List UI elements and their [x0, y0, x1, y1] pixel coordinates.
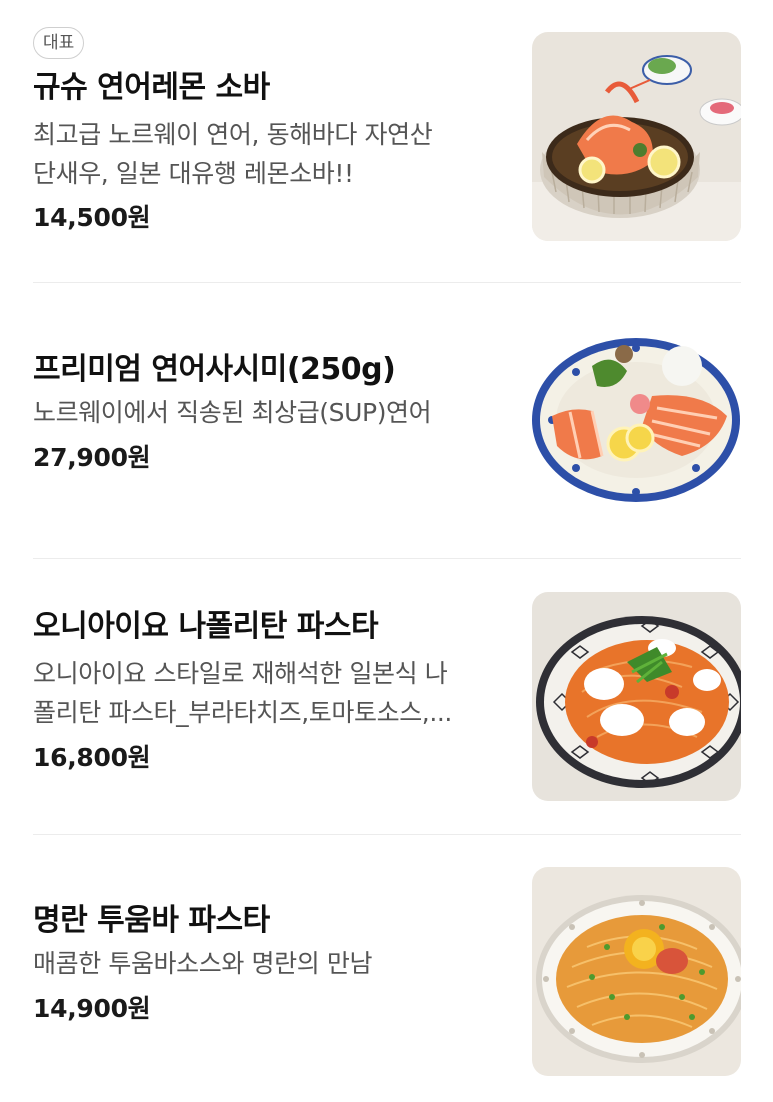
menu-item-description-line: 노르웨이에서 직송된 최상급(SUP)연어	[33, 398, 432, 427]
menu-item-price: 14,500원	[33, 203, 151, 232]
menu-item-price: 27,900원	[33, 443, 151, 472]
mentaiko-toowoomba-pasta-photo[interactable]	[532, 867, 741, 1076]
menu-list: 대표 규슈 연어레몬 소바 최고급 노르웨이 연어, 동해바다 자연산 단새우,…	[0, 0, 773, 1102]
menu-item-description: 오니아이요 스타일로 재해석한 일본식 나 폴리탄 파스타_부라타치즈,토마토소…	[33, 654, 503, 732]
menu-item-price: 14,900원	[33, 994, 151, 1023]
menu-item-price: 16,800원	[33, 743, 151, 772]
menu-item-napolitan-pasta[interactable]: 오니아이요 나폴리탄 파스타 오니아이요 스타일로 재해석한 일본식 나 폴리탄…	[0, 559, 773, 835]
menu-item-description-line: 단새우, 일본 대유행 레몬소바!!	[33, 159, 354, 188]
menu-item-name: 규슈 연어레몬 소바	[33, 70, 270, 105]
menu-item-description-line: 매콤한 투움바소스와 명란의 만남	[33, 949, 373, 978]
signature-badge: 대표	[33, 27, 85, 59]
menu-item-description: 최고급 노르웨이 연어, 동해바다 자연산 단새우, 일본 대유행 레몬소바!!	[33, 115, 503, 193]
menu-item-salmon-lemon-soba[interactable]: 대표 규슈 연어레몬 소바 최고급 노르웨이 연어, 동해바다 자연산 단새우,…	[0, 0, 773, 283]
menu-item-description-line: 오니아이요 스타일로 재해석한 일본식 나	[33, 659, 448, 688]
menu-item-name: 프리미엄 연어사시미(250g)	[33, 352, 396, 387]
napolitan-pasta-photo[interactable]	[532, 592, 741, 801]
menu-item-salmon-sashimi[interactable]: 프리미엄 연어사시미(250g) 노르웨이에서 직송된 최상급(SUP)연어 2…	[0, 283, 773, 558]
menu-item-description: 노르웨이에서 직송된 최상급(SUP)연어	[33, 393, 503, 432]
menu-item-description: 매콤한 투움바소스와 명란의 만남	[33, 944, 503, 983]
menu-item-name: 오니아이요 나폴리탄 파스타	[33, 609, 379, 644]
menu-item-mentaiko-toowoomba-pasta[interactable]: 명란 투움바 파스타 매콤한 투움바소스와 명란의 만남 14,900원	[0, 835, 773, 1102]
menu-item-description-line: 최고급 노르웨이 연어, 동해바다 자연산	[33, 120, 433, 149]
menu-item-description-line: 폴리탄 파스타_부라타치즈,토마토소스,...	[33, 698, 452, 727]
menu-item-name: 명란 투움바 파스타	[33, 903, 270, 938]
salmon-lemon-soba-photo[interactable]	[532, 32, 741, 241]
salmon-sashimi-photo[interactable]	[532, 316, 741, 525]
